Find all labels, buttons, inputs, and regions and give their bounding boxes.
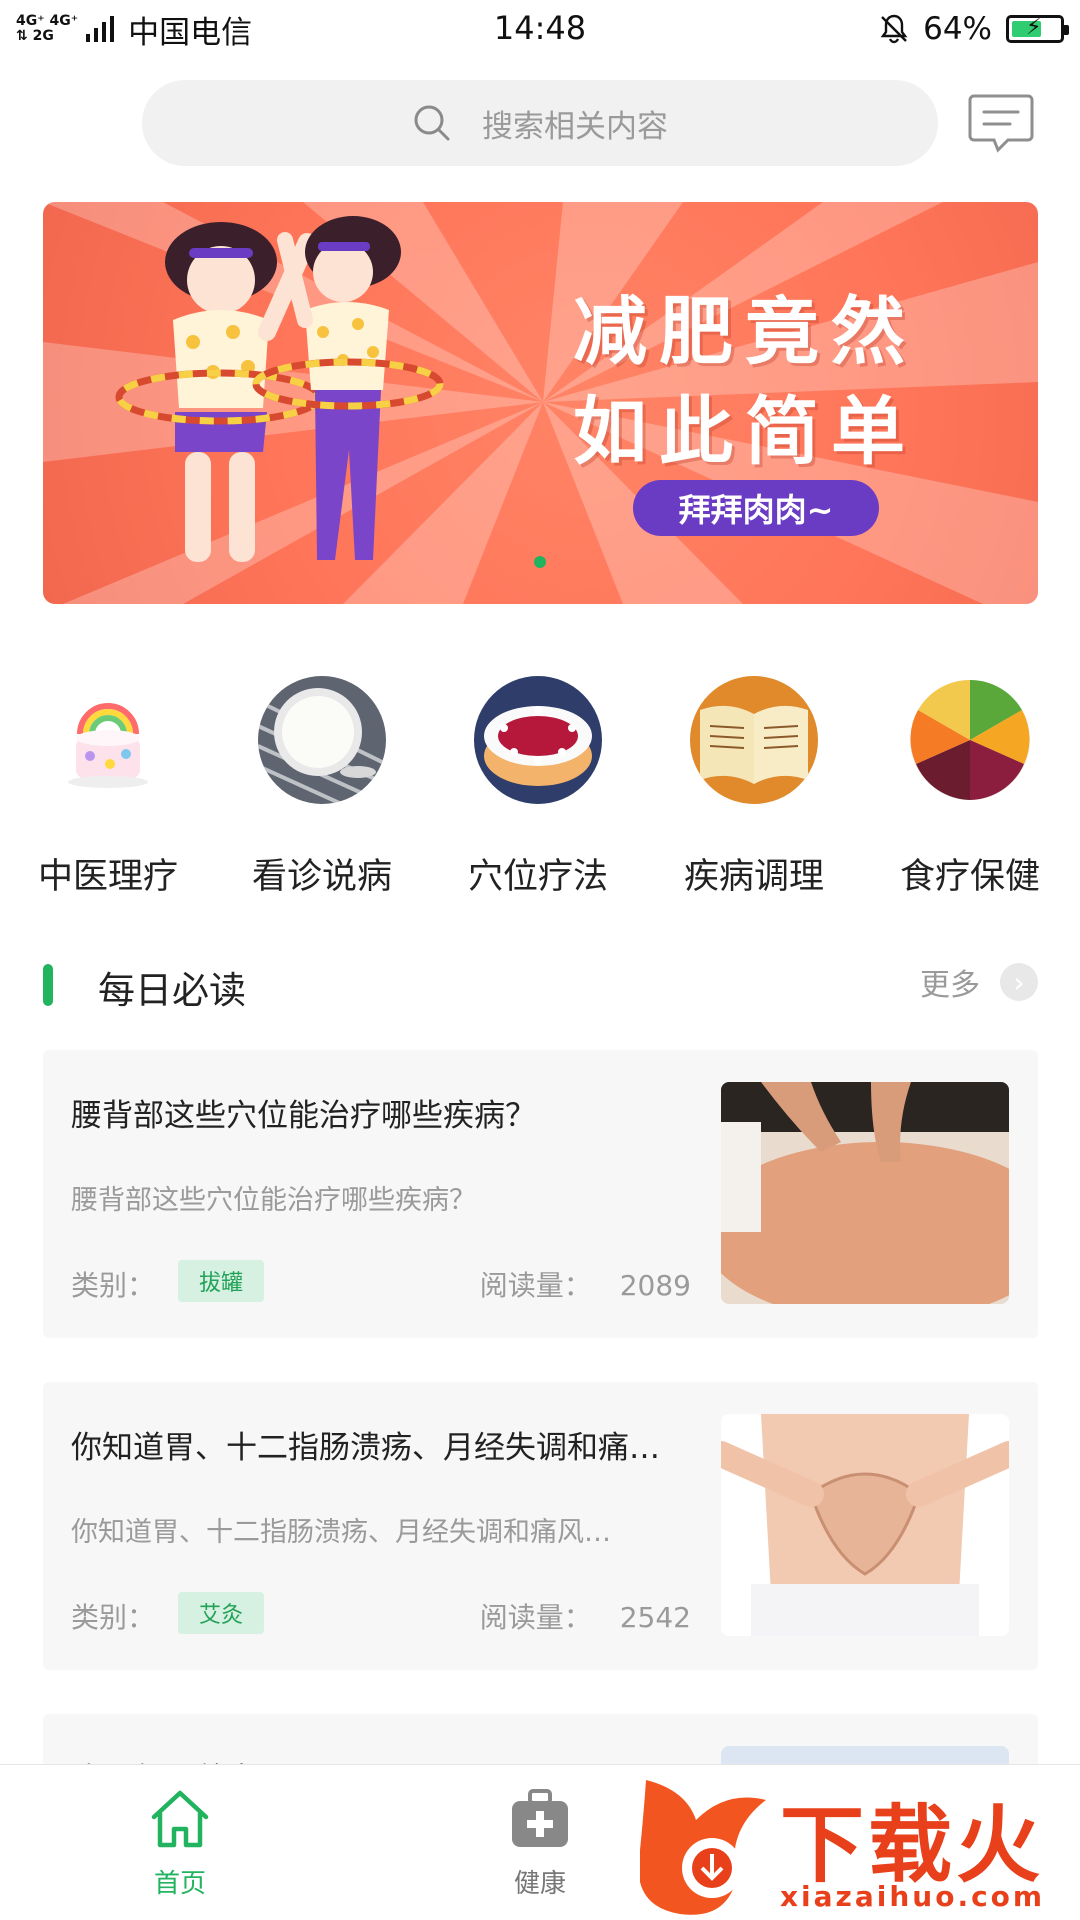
category-label: 疾病调理 [683,857,824,897]
read-count-label: 阅读量： [479,1601,592,1634]
banner-headline-line1: 减肥竟然 [573,289,917,375]
category-item-tcm-therapy[interactable]: 中医理疗 [8,676,208,899]
home-icon [151,1790,209,1848]
search-icon [414,105,450,141]
category-label: 穴位疗法 [467,857,608,897]
watermark: 下载火 xiazaihuo.com [640,1770,1080,1920]
mute-bell-icon [880,14,908,44]
more-link[interactable]: 更多 › [920,960,1038,1004]
network-top-label: 4G⁺ 4G⁺ [16,13,79,29]
category-key-label: 类别： [71,1601,156,1634]
category-tag: 艾灸 [178,1592,264,1634]
status-left: 4G⁺ 4G⁺ ⇅ 2G 中国电信 [16,7,252,52]
nav-home-label: 首页 [153,1869,206,1899]
signal-icon [86,16,115,42]
search-row: 搜索相关内容 [0,80,1080,168]
nav-health-label: 健康 [513,1869,566,1899]
category-item-consultation[interactable]: 看诊说病 [222,676,422,899]
section-title: 每日必读 [98,969,246,1012]
article-description: 你知道胃、十二指肠溃疡、月经失调和痛风… [71,1517,611,1548]
category-item-diet-therapy[interactable]: 食疗保健 [870,676,1070,899]
book-image [690,676,818,804]
nav-home[interactable]: 首页 [110,1785,250,1900]
read-count-value: 2542 [619,1601,691,1634]
battery-icon: ⚡ [1006,15,1069,43]
daily-reading-header: 每日必读 更多 › [0,960,1080,1012]
category-key-label: 类别： [71,1269,156,1302]
fruit-tart-image [906,676,1034,804]
watermark-logo-icon [640,1780,766,1915]
carrier-name: 中国电信 [128,14,253,51]
section-accent-bar [43,964,53,1006]
message-icon[interactable] [968,90,1034,156]
read-count: 阅读量： 2089 [480,1264,691,1304]
network-bottom-label: ⇅ 2G [16,28,54,44]
nav-health[interactable]: 健康 [470,1785,610,1900]
article-card[interactable]: 腰背部这些穴位能治疗哪些疾病？ 腰背部这些穴位能治疗哪些疾病？ 类别： 拔罐 阅… [43,1050,1038,1338]
berry-cake-image [474,676,602,804]
promo-banner[interactable]: 减肥竟然 如此简单 拜拜肉肉~ [43,202,1038,604]
search-input[interactable]: 搜索相关内容 [142,80,938,166]
category-label: 食疗保健 [899,857,1040,897]
article-meta: 类别： 拔罐 阅读量： 2089 [71,1260,691,1302]
banner-headline-line2: 如此简单 [573,389,917,475]
category-label: 中医理疗 [37,857,178,897]
banner-hula-illustration [115,216,444,562]
chevron-right-icon: › [1000,963,1038,1001]
category-item-acupoint-therapy[interactable]: 穴位疗法 [438,676,638,899]
status-right: 64% ⚡ [879,11,1069,47]
rainbow-cake-image [44,676,172,804]
battery-level-fill: ⚡ [1012,15,1041,40]
carousel-indicator-dot [534,556,546,568]
category-item-disease-care[interactable]: 疾病调理 [654,676,854,899]
article-description: 腰背部这些穴位能治疗哪些疾病？ [71,1185,476,1216]
network-type-indicator: 4G⁺ 4G⁺ ⇅ 2G [16,14,78,44]
battery-percent: 64% [923,11,992,47]
watermark-url: xiazaihuo.com [780,1880,1046,1913]
medical-kit-icon [512,1789,568,1847]
article-card[interactable]: 你知道胃、十二指肠溃疡、月经失调和痛… 你知道胃、十二指肠溃疡、月经失调和痛风…… [43,1382,1038,1670]
banner-pill: 拜拜肉肉~ [633,480,879,536]
back-massage-image [721,1082,1009,1304]
search-placeholder: 搜索相关内容 [482,108,668,145]
yogurt-bowl-image [257,676,387,818]
category-label: 看诊说病 [251,857,392,897]
article-title: 你知道胃、十二指肠溃疡、月经失调和痛… [71,1430,660,1466]
belly-heart-hands-image [721,1414,1009,1636]
read-count: 阅读量： 2542 [480,1596,691,1636]
status-bar: 4G⁺ 4G⁺ ⇅ 2G 中国电信 14:48 64% ⚡ [0,0,1080,58]
category-row: 中医理疗 看诊说病 穴位疗法 疾病调理 食疗保健 [0,676,1080,899]
more-label: 更多 [920,968,980,1003]
read-count-value: 2089 [619,1269,691,1302]
article-meta: 类别： 艾灸 阅读量： 2542 [71,1592,691,1634]
category-tag: 拔罐 [178,1260,264,1302]
article-title: 腰背部这些穴位能治疗哪些疾病？ [71,1098,536,1134]
read-count-label: 阅读量： [479,1269,592,1302]
